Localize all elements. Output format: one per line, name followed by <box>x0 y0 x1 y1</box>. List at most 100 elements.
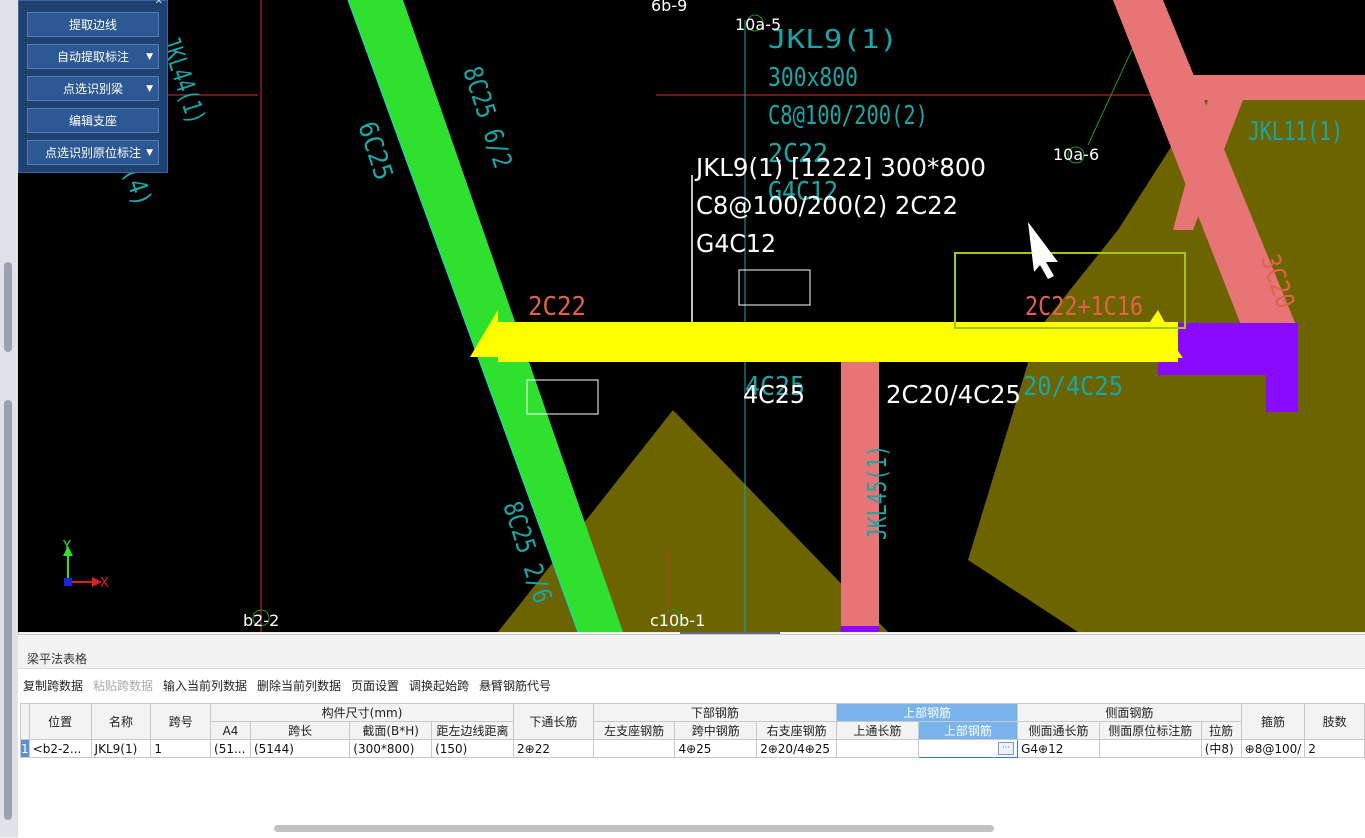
pick-recognize-original-annotation-button[interactable]: 点选识别原位标注 ▼ <box>27 140 159 165</box>
extract-edge-label: 提取边线 <box>68 18 117 32</box>
axis-label-10a5: 10a-5 <box>735 15 781 34</box>
beam-table: 位置 名称 跨号 构件尺寸(mm) 下通长筋 下部钢筋 上部钢筋 侧面钢筋 箍筋… <box>20 703 1365 758</box>
subheader-top-rebar[interactable]: 上部钢筋 <box>917 721 1019 740</box>
row-number[interactable]: 1 <box>20 739 30 758</box>
ellipsis-icon[interactable]: ··· <box>998 742 1015 755</box>
cell-right-support[interactable]: 2⊕20/4⊕25 <box>756 739 838 758</box>
subheader-side-through[interactable]: 侧面通长筋 <box>1017 721 1100 740</box>
right-support-rebar: 2C22+1C16 <box>1025 292 1143 322</box>
ucs-x-label: X <box>100 576 109 591</box>
subheader-span-len[interactable]: 跨长 <box>249 721 351 740</box>
header-legs[interactable]: 肢数 <box>1304 703 1365 740</box>
cell-span-len[interactable]: (5144) <box>249 739 351 758</box>
pick-recognize-beam-button[interactable]: 点选识别梁 ▼ <box>27 76 159 101</box>
horizontal-scrollbar[interactable] <box>274 825 994 832</box>
axis-label-b22: b2-2 <box>243 611 279 630</box>
cell-edge-dist[interactable]: (150) <box>431 739 515 758</box>
dock-scroll-handle-lower[interactable] <box>4 400 12 820</box>
label-box-1 <box>738 269 811 306</box>
cell-mid-span[interactable]: 4⊕25 <box>674 739 758 758</box>
jkl45-annot: JKL45(1) <box>863 445 893 540</box>
copy-span-data-button[interactable]: 复制跨数据 <box>23 677 83 694</box>
table-row[interactable]: 1 <b2-2... JKL9(1) 1 (51... (5144) (300*… <box>20 739 1365 758</box>
header-side-rebar[interactable]: 侧面钢筋 <box>1017 703 1242 722</box>
subheader-section[interactable]: 截面(B*H) <box>349 721 433 740</box>
input-column-data-button[interactable]: 输入当前列数据 <box>163 677 247 694</box>
cell-side-through[interactable]: G4⊕12 <box>1017 739 1100 758</box>
axis-label-10a6: 10a-6 <box>1053 145 1099 164</box>
beam-info-line-3: G4C12 <box>696 229 776 258</box>
header-rownum <box>20 703 30 740</box>
cell-top-through[interactable] <box>836 739 919 758</box>
panel-close-icon[interactable]: ✕ <box>155 0 163 7</box>
table-toolbar: 复制跨数据 粘贴跨数据 输入当前列数据 删除当前列数据 页面设置 调换起始跨 悬… <box>18 673 1365 695</box>
panel-title: 梁平法表格 <box>18 635 1365 669</box>
cell-position[interactable]: <b2-2... <box>28 739 92 758</box>
left-support-rebar: 2C22 <box>528 292 586 322</box>
cell-a4[interactable]: (51... <box>210 739 251 758</box>
cantilever-code-button[interactable]: 悬臂钢筋代号 <box>479 677 551 694</box>
page-setup-button[interactable]: 页面设置 <box>351 677 399 694</box>
header-bottom-through[interactable]: 下通长筋 <box>513 703 594 740</box>
header-bottom-rebar[interactable]: 下部钢筋 <box>592 703 838 722</box>
cell-bottom-through[interactable]: 2⊕22 <box>513 739 594 758</box>
cell-tie[interactable]: (中8) <box>1200 739 1242 758</box>
cell-span-no[interactable]: 1 <box>150 739 212 758</box>
cell-name[interactable]: JKL9(1) <box>90 739 152 758</box>
subheader-left-support[interactable]: 左支座钢筋 <box>592 721 676 740</box>
left-dock-strip <box>0 0 19 837</box>
paste-span-data-button[interactable]: 粘贴跨数据 <box>93 677 153 694</box>
dock-scroll-handle[interactable] <box>4 262 12 352</box>
c20-4c25-annot: 20/4C25 <box>1023 372 1123 402</box>
extract-edge-button[interactable]: 提取边线 <box>27 12 159 37</box>
subheader-tie[interactable]: 拉筋 <box>1200 721 1242 740</box>
beam-table-panel: 梁平法表格 复制跨数据 粘贴跨数据 输入当前列数据 删除当前列数据 页面设置 调… <box>18 634 1365 838</box>
subheader-side-orig[interactable]: 侧面原位标注筋 <box>1098 721 1202 740</box>
jkl9-annot-2: 300x800 <box>768 63 858 93</box>
ucs-y-label: Y <box>62 539 71 554</box>
auto-extract-annotation-button[interactable]: 自动提取标注 ▼ <box>27 44 159 69</box>
cell-legs[interactable]: 2 <box>1304 739 1365 758</box>
header-size[interactable]: 构件尺寸(mm) <box>210 703 515 722</box>
subheader-right-support[interactable]: 右支座钢筋 <box>756 721 838 740</box>
jkl11-annot: JKL11(1) <box>1248 117 1343 147</box>
c8c25-top-annot: 8C25 6/2 <box>456 63 517 172</box>
cell-stirrup[interactable]: ⊕8@100/ <box>1240 739 1306 758</box>
pink-beam-top <box>1178 75 1365 100</box>
cell-top-rebar[interactable]: ··· <box>917 739 1019 758</box>
dropdown-arrow-icon[interactable]: ▼ <box>146 77 153 102</box>
subheader-a4[interactable]: A4 <box>210 721 251 740</box>
swap-start-span-button[interactable]: 调换起始跨 <box>409 677 469 694</box>
pick-original-label: 点选识别原位标注 <box>44 146 141 160</box>
subheader-edge-dist[interactable]: 距左边线距离 <box>431 721 515 740</box>
jkl9-annot-3: C8@100/200(2) <box>768 101 928 131</box>
subheader-top-through[interactable]: 上通长筋 <box>836 721 919 740</box>
auto-extract-label: 自动提取标注 <box>56 50 129 64</box>
beam-info-line-2: C8@100/200(2) 2C22 <box>696 191 958 220</box>
delete-column-data-button[interactable]: 删除当前列数据 <box>257 677 341 694</box>
bottom-mid-rebar: 4C25 <box>743 380 805 409</box>
header-position[interactable]: 位置 <box>28 703 92 740</box>
recognition-tool-panel: ✕ 提取边线 自动提取标注 ▼ 点选识别梁 ▼ 编辑支座 点选识别原位标注 ▼ <box>18 0 168 173</box>
cad-drawing: JKL9(1) 300x800 C8@100/200(2) 2C22 G4C12… <box>43 0 1365 632</box>
axis-label-c10b1: c10b-1 <box>650 611 705 630</box>
cell-side-orig[interactable] <box>1098 739 1202 758</box>
jkl9-annot-1: JKL9(1) <box>768 25 898 55</box>
dropdown-arrow-icon[interactable]: ▼ <box>146 45 153 70</box>
subheader-mid-span[interactable]: 跨中钢筋 <box>674 721 758 740</box>
header-top-rebar[interactable]: 上部钢筋 <box>836 703 1019 722</box>
edit-support-label: 编辑支座 <box>68 114 117 128</box>
header-span-no[interactable]: 跨号 <box>150 703 212 740</box>
edit-support-button[interactable]: 编辑支座 <box>27 108 159 133</box>
dropdown-arrow-icon[interactable]: ▼ <box>146 141 153 166</box>
cell-section[interactable]: (300*800) <box>349 739 433 758</box>
c6c25-annot: 6C25 <box>351 118 398 184</box>
cad-canvas[interactable]: JKL9(1) 300x800 C8@100/200(2) 2C22 G4C12… <box>18 0 1365 632</box>
header-name[interactable]: 名称 <box>90 703 152 740</box>
ucs-icon: Y X <box>62 539 109 591</box>
cell-left-support[interactable] <box>592 739 676 758</box>
bottom-right-rebar: 2C20/4C25 <box>886 380 1021 409</box>
axis-label-6b9: 6b-9 <box>651 0 687 15</box>
header-stirrup[interactable]: 箍筋 <box>1240 703 1306 740</box>
beam-info-line-1: JKL9(1) [1222] 300*800 <box>694 153 986 182</box>
